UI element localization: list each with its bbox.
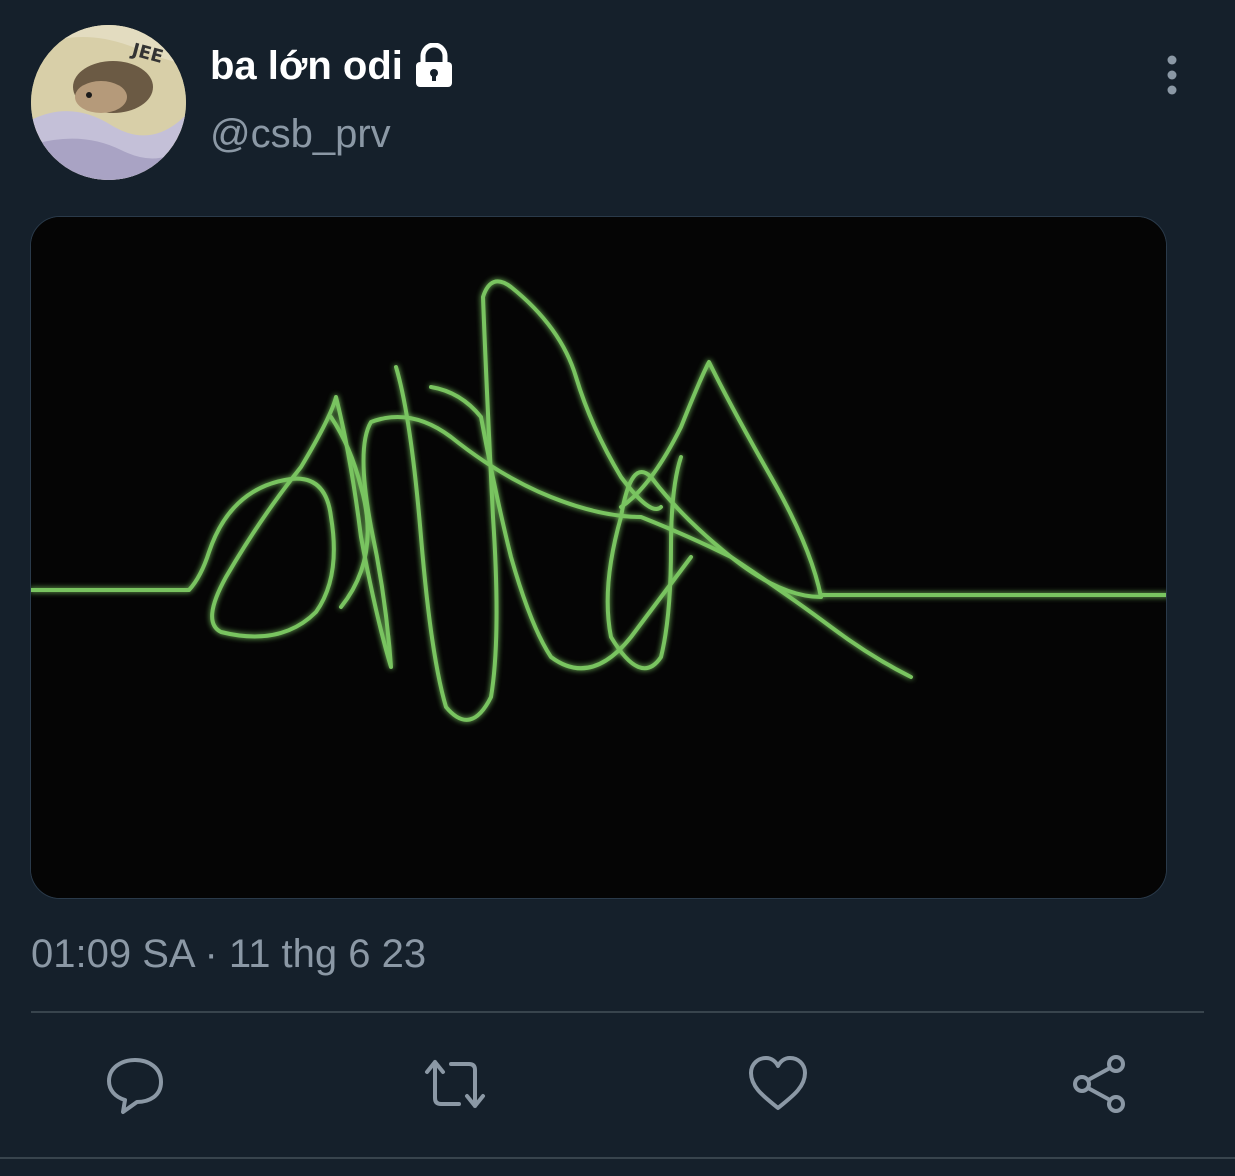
waveform-image-icon xyxy=(31,217,1166,898)
bottom-divider xyxy=(0,1157,1235,1159)
user-handle[interactable]: @csb_prv xyxy=(210,108,391,160)
tweet-timestamp[interactable]: 01:09 SA · 11 thg 6 23 xyxy=(31,930,426,978)
retweet-button[interactable] xyxy=(423,1052,487,1116)
tweet-detail: JEE ba lớn odi @csb_prv 01:09 SA · 11 th… xyxy=(0,0,1235,1176)
more-vertical-icon xyxy=(1167,55,1177,95)
like-button[interactable] xyxy=(746,1052,810,1116)
tweet-media[interactable] xyxy=(30,216,1167,899)
share-icon xyxy=(1073,1055,1125,1113)
retweet-icon xyxy=(425,1060,485,1108)
avatar[interactable]: JEE xyxy=(31,25,186,180)
lock-icon xyxy=(413,42,455,89)
divider xyxy=(31,1011,1204,1013)
hedgehog-avatar-icon: JEE xyxy=(31,25,186,180)
display-name-row: ba lớn odi xyxy=(210,40,455,92)
more-options-button[interactable] xyxy=(1150,52,1194,96)
reply-button[interactable] xyxy=(103,1052,167,1116)
comment-icon xyxy=(107,1058,163,1114)
display-name[interactable]: ba lớn odi xyxy=(210,40,403,92)
heart-icon xyxy=(749,1056,807,1110)
share-button[interactable] xyxy=(1068,1052,1132,1116)
